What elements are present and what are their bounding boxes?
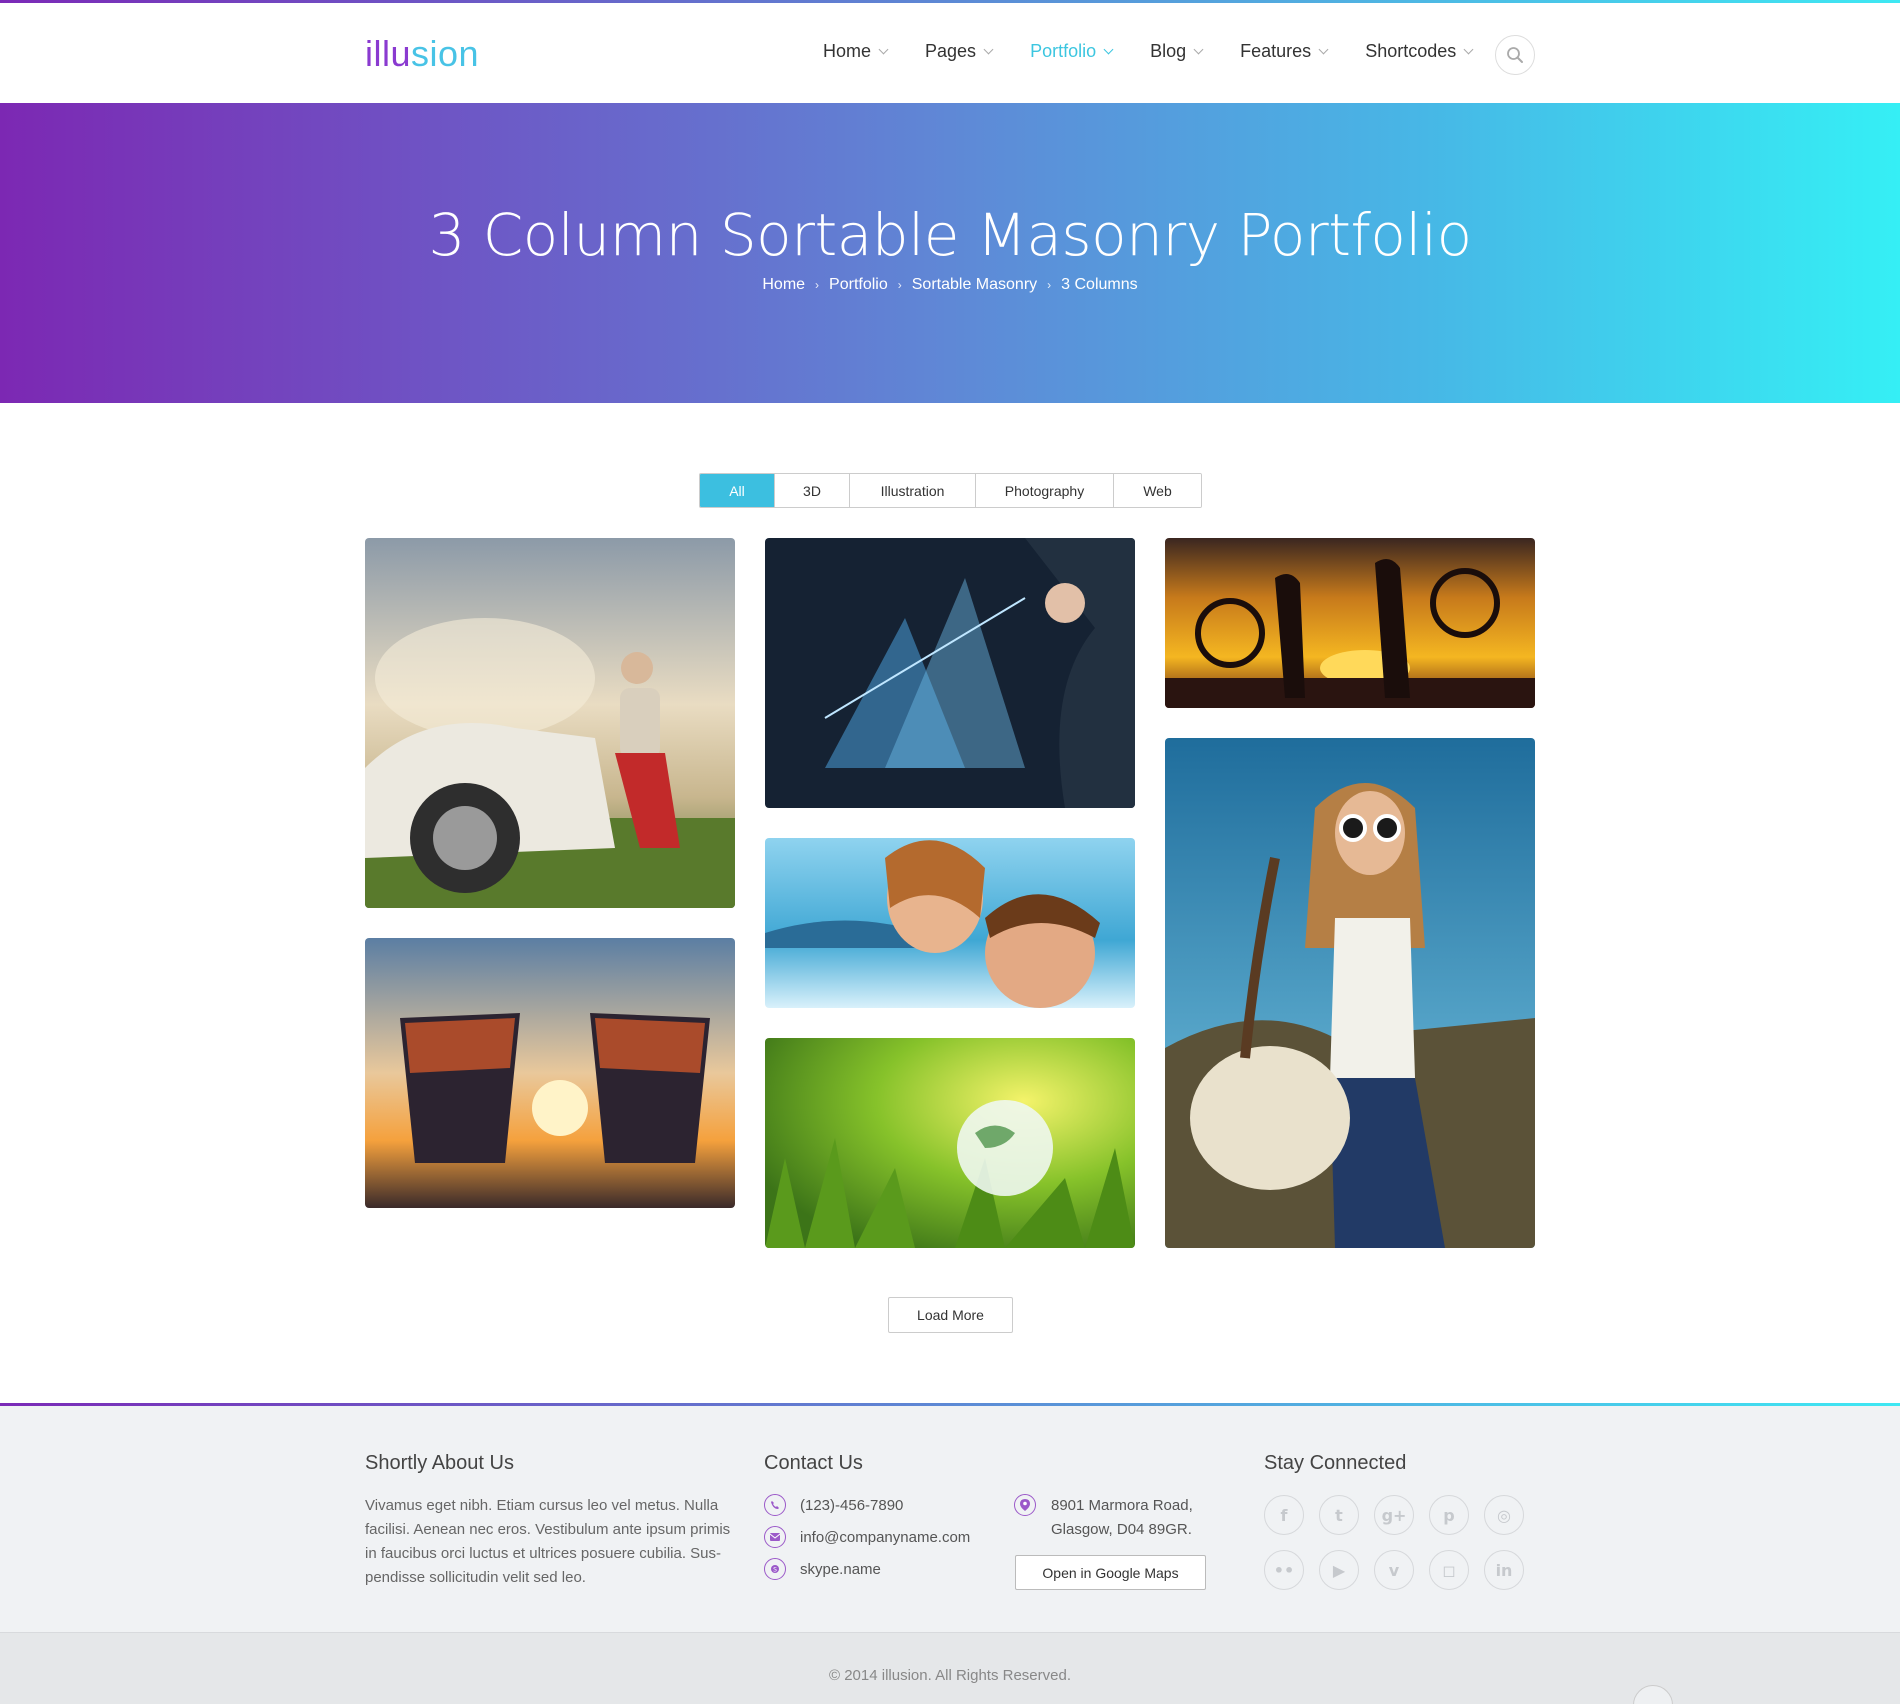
nav-item-features[interactable]: Features xyxy=(1240,41,1329,62)
footer-about-title: Shortly About Us xyxy=(365,1452,514,1474)
portfolio-item-woman-sunglasses[interactable] xyxy=(1165,738,1535,1248)
svg-text:S: S xyxy=(773,1567,777,1574)
portfolio-filter-bar: All 3D Illustration Photography Web xyxy=(699,473,1202,508)
address-line-1: 8901 Marmora Road, xyxy=(1051,1497,1193,1514)
main-nav: Home Pages Portfolio Blog Features Short… xyxy=(823,41,1510,62)
chevron-down-icon xyxy=(878,44,889,55)
search-button[interactable] xyxy=(1495,35,1535,75)
search-icon xyxy=(1507,47,1523,63)
breadcrumb: Home › Portfolio › Sortable Masonry › 3 Column… xyxy=(0,276,1900,294)
contact-skype-text[interactable]: skype.name xyxy=(800,1561,881,1578)
contact-address: 8901 Marmora Road, Glasgow, D04 89GR. xyxy=(1051,1494,1193,1542)
footer-contact-title: Contact Us xyxy=(764,1452,863,1474)
breadcrumb-separator-icon: › xyxy=(1047,278,1052,292)
footer-about-text: Vivamus eget nibh. Etiam cursus leo vel … xyxy=(365,1497,731,1586)
contact-email: info@companyname.com xyxy=(764,1526,970,1548)
filter-all[interactable]: All xyxy=(700,474,775,507)
nav-label: Features xyxy=(1240,41,1312,61)
email-icon xyxy=(764,1526,786,1548)
logo-text-part2: sion xyxy=(411,33,480,74)
portfolio-image xyxy=(1165,538,1535,708)
nav-label: Home xyxy=(823,41,872,61)
flickr-icon[interactable]: •• xyxy=(1264,1550,1304,1590)
portfolio-image xyxy=(765,538,1135,808)
copyright-bar: © 2014 illusion. All Rights Reserved. xyxy=(0,1632,1900,1704)
nav-item-shortcodes[interactable]: Shortcodes xyxy=(1365,41,1474,62)
site-logo[interactable]: illusion xyxy=(365,33,479,75)
address-line-2: Glasgow, D04 89GR. xyxy=(1051,1521,1192,1538)
load-more-button[interactable]: Load More xyxy=(888,1297,1013,1333)
site-header: illusion Home Pages Portfolio Blog Featu… xyxy=(0,3,1900,103)
contact-phone-text[interactable]: (123)-456-7890 xyxy=(800,1497,903,1514)
portfolio-item-cyclists[interactable] xyxy=(1165,538,1535,708)
portfolio-image xyxy=(365,538,735,908)
open-google-maps-button[interactable]: Open in Google Maps xyxy=(1015,1555,1206,1590)
contact-phone: (123)-456-7890 xyxy=(764,1494,903,1516)
youtube-icon[interactable]: ▶ xyxy=(1319,1550,1359,1590)
logo-text-part1: illu xyxy=(365,33,412,74)
filter-photography[interactable]: Photography xyxy=(976,474,1114,507)
filter-web[interactable]: Web xyxy=(1114,474,1201,507)
nav-item-pages[interactable]: Pages xyxy=(925,41,994,62)
breadcrumb-portfolio[interactable]: Portfolio xyxy=(829,276,888,294)
breadcrumb-sortable-masonry[interactable]: Sortable Masonry xyxy=(912,276,1037,294)
google-plus-icon[interactable]: g+ xyxy=(1374,1495,1414,1535)
dribbble-icon[interactable]: ◎ xyxy=(1484,1495,1524,1535)
breadcrumb-current: 3 Columns xyxy=(1061,276,1138,293)
page-hero: 3 Column Sortable Masonry Portfolio Home… xyxy=(0,103,1900,403)
breadcrumb-separator-icon: › xyxy=(897,278,902,292)
filter-illustration[interactable]: Illustration xyxy=(850,474,976,507)
twitter-icon[interactable]: t xyxy=(1319,1495,1359,1535)
portfolio-image xyxy=(365,938,735,1208)
nav-item-home[interactable]: Home xyxy=(823,41,889,62)
nav-item-portfolio[interactable]: Portfolio xyxy=(1030,41,1114,62)
location-pin-icon xyxy=(1014,1494,1036,1516)
facebook-icon[interactable]: f xyxy=(1264,1495,1304,1535)
nav-label: Portfolio xyxy=(1030,41,1097,61)
nav-label: Blog xyxy=(1150,41,1187,61)
chevron-down-icon xyxy=(983,44,994,55)
portfolio-item-couple[interactable] xyxy=(765,838,1135,1008)
portfolio-item-car[interactable] xyxy=(365,538,735,908)
site-footer: Shortly About Us Vivamus eget nibh. Etia… xyxy=(0,1406,1900,1632)
contact-skype: S skype.name xyxy=(764,1558,881,1580)
chevron-down-icon xyxy=(1193,44,1204,55)
phone-icon xyxy=(764,1494,786,1516)
contact-email-text[interactable]: info@companyname.com xyxy=(800,1529,970,1546)
portfolio-image xyxy=(1165,738,1535,1248)
page-title: 3 Column Sortable Masonry Portfolio xyxy=(428,201,1472,269)
portfolio-item-beach-chairs[interactable] xyxy=(365,938,735,1208)
nav-label: Pages xyxy=(925,41,977,61)
chevron-down-icon xyxy=(1318,44,1329,55)
portfolio-image xyxy=(765,838,1135,1008)
back-to-top-button[interactable] xyxy=(1633,1685,1673,1704)
skype-icon: S xyxy=(764,1558,786,1580)
copyright-text: © 2014 illusion. All Rights Reserved. xyxy=(828,1667,1071,1684)
filter-3d[interactable]: 3D xyxy=(775,474,850,507)
nav-label: Shortcodes xyxy=(1365,41,1457,61)
footer-social-title: Stay Connected xyxy=(1264,1452,1407,1474)
breadcrumb-home[interactable]: Home xyxy=(762,276,805,294)
portfolio-item-globe-grass[interactable] xyxy=(765,1038,1135,1248)
instagram-icon[interactable]: ◻ xyxy=(1429,1550,1469,1590)
portfolio-image xyxy=(765,1038,1135,1248)
chevron-down-icon xyxy=(1103,44,1114,55)
chevron-down-icon xyxy=(1463,44,1474,55)
vimeo-icon[interactable]: v xyxy=(1374,1550,1414,1590)
breadcrumb-separator-icon: › xyxy=(815,278,820,292)
nav-item-blog[interactable]: Blog xyxy=(1150,41,1204,62)
portfolio-item-business-chart[interactable] xyxy=(765,538,1135,808)
pinterest-icon[interactable]: p xyxy=(1429,1495,1469,1535)
linkedin-icon[interactable]: in xyxy=(1484,1550,1524,1590)
